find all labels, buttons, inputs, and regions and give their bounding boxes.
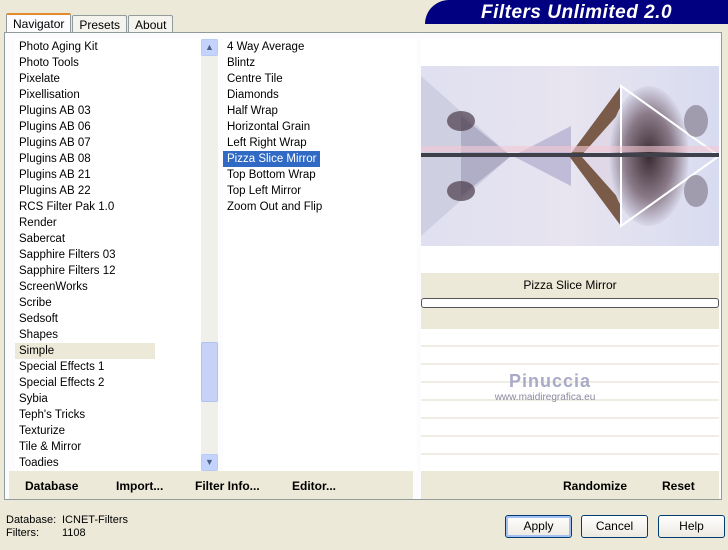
list-item[interactable]: Half Wrap [223,103,417,119]
tab-bar: Navigator Presets About [6,12,174,35]
list-item[interactable]: Scribe [15,295,213,311]
filters-count: 1108 [62,527,86,539]
progress-bar [421,297,719,329]
list-item[interactable]: Pizza Slice Mirror [223,151,321,167]
list-item[interactable]: Plugins AB 06 [15,119,213,135]
cancel-button[interactable]: Cancel [581,515,648,538]
category-scrollbar[interactable]: ▲ ▼ [201,39,218,471]
list-item[interactable]: Centre Tile [223,71,417,87]
parameter-rows [421,329,719,491]
apply-button[interactable]: Apply [505,515,572,538]
list-item[interactable]: Toadies [15,455,213,471]
preview-toolbar: Randomize Reset [421,471,719,499]
list-item[interactable]: ScreenWorks [15,279,213,295]
list-item[interactable]: Texturize [15,423,213,439]
randomize-button[interactable]: Randomize [563,479,627,493]
app-title-banner: Filters Unlimited 2.0 [425,0,728,24]
import-button[interactable]: Import... [116,479,163,493]
status-info: Database: ICNET-Filters Filters: 1108 [6,514,128,539]
list-item[interactable]: Photo Aging Kit [15,39,213,55]
preview-area: Pizza Slice Mirror Pinuccia www.maidireg… [421,39,719,491]
scroll-down-icon[interactable]: ▼ [201,454,218,471]
navigator-panel: Photo Aging Kit Photo Tools Pixelate Pixell… [4,32,722,500]
filter-list[interactable]: 4 Way Average Blintz Centre Tile Diamonds Ha… [223,39,417,471]
list-item[interactable]: Sapphire Filters 12 [15,263,213,279]
list-item[interactable]: Diamonds [223,87,417,103]
list-item[interactable]: Plugins AB 03 [15,103,213,119]
list-item[interactable]: 4 Way Average [223,39,417,55]
list-item[interactable]: Blintz [223,55,417,71]
filter-info-button[interactable]: Filter Info... [195,479,260,493]
list-item[interactable]: Tile & Mirror [15,439,213,455]
list-item[interactable]: Sabercat [15,231,213,247]
category-list[interactable]: Photo Aging Kit Photo Tools Pixelate Pixell… [15,39,218,471]
scroll-up-icon[interactable]: ▲ [201,39,218,56]
list-item[interactable]: Render [15,215,213,231]
list-item[interactable]: RCS Filter Pak 1.0 [15,199,213,215]
list-item[interactable]: Plugins AB 22 [15,183,213,199]
list-item[interactable]: Top Bottom Wrap [223,167,417,183]
database-value: ICNET-Filters [62,514,128,526]
list-item[interactable]: Special Effects 2 [15,375,213,391]
list-item[interactable]: Teph's Tricks [15,407,213,423]
preview-image [421,66,719,246]
list-item[interactable]: Plugins AB 07 [15,135,213,151]
list-item[interactable]: Pixellisation [15,87,213,103]
list-item[interactable]: Pixelate [15,71,213,87]
list-item[interactable]: Shapes [15,327,213,343]
scrollbar-thumb[interactable] [201,342,218,402]
list-item[interactable]: Horizontal Grain [223,119,417,135]
list-item[interactable]: Plugins AB 21 [15,167,213,183]
database-button[interactable]: Database [25,479,78,493]
filter-name-label: Pizza Slice Mirror [421,273,719,297]
list-item[interactable]: Plugins AB 08 [15,151,213,167]
list-item[interactable]: Sapphire Filters 03 [15,247,213,263]
editor-button[interactable]: Editor... [292,479,336,493]
list-item[interactable]: Top Left Mirror [223,183,417,199]
list-item[interactable]: Photo Tools [15,55,213,71]
list-item[interactable]: Sedsoft [15,311,213,327]
reset-button[interactable]: Reset [662,479,695,493]
list-item[interactable]: Left Right Wrap [223,135,417,151]
list-toolbar: Database Import... Filter Info... Editor… [9,471,413,499]
list-item[interactable]: Zoom Out and Flip [223,199,417,215]
list-item[interactable]: Special Effects 1 [15,359,213,375]
list-item[interactable]: Simple [15,343,155,359]
list-item[interactable]: Sybia [15,391,213,407]
help-button[interactable]: Help [658,515,725,538]
